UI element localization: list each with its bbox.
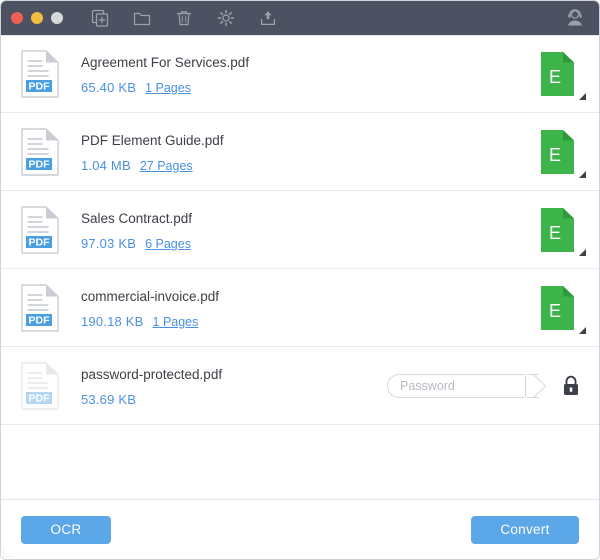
output-format-letter: E [549, 223, 561, 243]
file-name: commercial-invoice.pdf [81, 288, 220, 304]
padlock-icon [561, 374, 581, 398]
file-size: 53.69 KB [81, 391, 137, 407]
zoom-button[interactable] [51, 12, 63, 24]
close-button[interactable] [11, 12, 23, 24]
add-file-icon[interactable] [89, 7, 111, 29]
password-field[interactable] [387, 373, 547, 398]
file-meta: 190.18 KB 1 Pages [81, 314, 537, 329]
gear-icon[interactable] [215, 7, 237, 29]
file-name: PDF Element Guide.pdf [81, 132, 224, 148]
pdf-file-icon: PDF [21, 361, 67, 410]
table-row-locked[interactable]: PDF password-protected.pdf 53.69 KB [1, 347, 599, 425]
page-count-link[interactable]: 27 Pages [140, 159, 193, 173]
row-actions: E [537, 206, 586, 256]
file-size: 190.18 KB [81, 313, 144, 329]
file-name: password-protected.pdf [81, 366, 223, 382]
chevron-down-icon [579, 326, 586, 334]
file-info: Agreement For Services.pdf 65.40 KB 1 Pa… [67, 53, 537, 95]
svg-text:PDF: PDF [29, 314, 51, 326]
table-row[interactable]: PDF commercial-invoice.pdf 190.18 KB 1 P… [1, 269, 599, 347]
svg-text:PDF: PDF [29, 158, 51, 170]
svg-text:PDF: PDF [29, 392, 51, 404]
title-bar [1, 1, 599, 35]
file-meta: 1.04 MB 27 Pages [81, 158, 537, 173]
file-meta: 97.03 KB 6 Pages [81, 236, 537, 251]
pdf-file-icon: PDF [21, 50, 67, 98]
row-actions: E [537, 284, 586, 334]
output-format-button[interactable]: E [537, 206, 586, 256]
footer-bar: OCR Convert [1, 499, 599, 559]
file-list: PDF Agreement For Services.pdf 65.40 KB … [1, 35, 599, 499]
file-info: commercial-invoice.pdf 190.18 KB 1 Pages [67, 287, 537, 329]
row-actions [387, 373, 581, 398]
ocr-button[interactable]: OCR [21, 515, 111, 544]
table-row[interactable]: PDF Sales Contract.pdf 97.03 KB 6 Pages … [1, 191, 599, 269]
row-actions: E [537, 128, 586, 178]
pdf-file-icon: PDF [21, 205, 67, 254]
output-format-button[interactable]: E [537, 284, 586, 334]
app-window: PDF Agreement For Services.pdf 65.40 KB … [0, 0, 600, 560]
page-count-link[interactable]: 6 Pages [145, 237, 191, 251]
file-info: PDF Element Guide.pdf 1.04 MB 27 Pages [67, 131, 537, 173]
row-actions: E [537, 50, 586, 100]
file-size: 97.03 KB [81, 235, 137, 251]
file-info: Sales Contract.pdf 97.03 KB 6 Pages [67, 209, 537, 251]
table-row[interactable]: PDF Agreement For Services.pdf 65.40 KB … [1, 35, 599, 113]
traffic-light-controls [11, 12, 63, 24]
file-size: 65.40 KB [81, 80, 137, 95]
chevron-down-icon [579, 248, 586, 256]
convert-button[interactable]: Convert [471, 515, 579, 544]
password-input[interactable] [387, 373, 539, 398]
trash-icon[interactable] [173, 7, 195, 29]
folder-icon[interactable] [131, 7, 153, 29]
table-row[interactable]: PDF PDF Element Guide.pdf 1.04 MB 27 Pag… [1, 113, 599, 191]
pdf-file-icon: PDF [21, 127, 67, 176]
file-name: Agreement For Services.pdf [81, 55, 250, 70]
file-meta: 53.69 KB [81, 392, 387, 407]
chevron-down-icon [579, 93, 586, 100]
file-name: Sales Contract.pdf [81, 210, 193, 226]
output-format-button[interactable]: E [537, 128, 586, 178]
chevron-down-icon [579, 170, 586, 178]
password-controls [387, 373, 581, 398]
file-size: 1.04 MB [81, 157, 131, 173]
support-agent-icon[interactable] [563, 1, 587, 35]
toolbar [89, 7, 279, 29]
output-format-letter: E [549, 145, 561, 165]
pdf-file-icon: PDF [21, 283, 67, 332]
output-format-button[interactable]: E [537, 50, 586, 100]
svg-text:PDF: PDF [29, 236, 51, 248]
page-count-link[interactable]: 1 Pages [153, 315, 199, 329]
svg-text:PDF: PDF [29, 81, 51, 93]
page-count-link[interactable]: 1 Pages [145, 81, 191, 95]
output-format-letter: E [549, 301, 561, 321]
output-format-letter: E [549, 67, 561, 87]
minimize-button[interactable] [31, 12, 43, 24]
file-meta: 65.40 KB 1 Pages [81, 80, 537, 95]
resize-grip-icon[interactable] [3, 549, 11, 557]
file-info: password-protected.pdf 53.69 KB [67, 365, 387, 407]
upload-icon[interactable] [257, 7, 279, 29]
